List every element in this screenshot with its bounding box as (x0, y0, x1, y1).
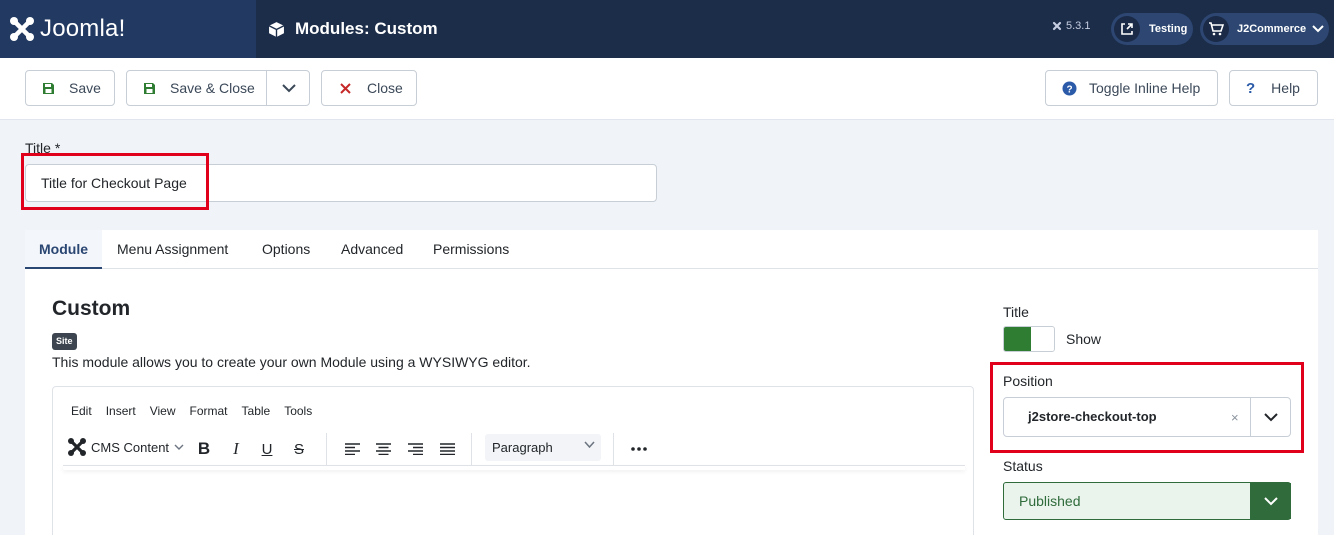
external-link-icon (1114, 16, 1140, 42)
user-menu-button[interactable]: J2Commerce (1200, 13, 1329, 45)
site-badge: Site (52, 333, 77, 350)
user-menu-label: J2Commerce (1237, 23, 1307, 35)
menu-table[interactable]: Table (242, 404, 271, 418)
paragraph-label: Paragraph (492, 440, 553, 455)
toolbar-separator (326, 433, 327, 465)
chevron-down-icon (1263, 496, 1278, 505)
chevron-down-icon (584, 441, 595, 449)
menu-tools[interactable]: Tools (284, 404, 312, 418)
save-icon (42, 82, 55, 95)
italic-icon[interactable]: I (225, 439, 247, 459)
help-button[interactable]: ? Help (1229, 70, 1318, 106)
title-show-toggle[interactable] (1003, 326, 1055, 352)
tab-permissions[interactable]: Permissions (433, 230, 509, 269)
logo-text: Joomla! (40, 15, 126, 42)
close-button[interactable]: Close (321, 70, 417, 106)
tab-module[interactable]: Module (25, 230, 102, 269)
chevron-down-icon (174, 444, 184, 450)
underline-icon[interactable]: U (256, 439, 278, 459)
joomla-logo[interactable]: Joomla! (0, 0, 256, 58)
cart-icon (1203, 16, 1229, 42)
status-value: Published (1019, 493, 1081, 509)
wysiwyg-editor: Edit Insert View Format Table Tools CMS … (52, 386, 974, 535)
help-label: Help (1271, 80, 1300, 96)
site-name: Testing (1149, 23, 1188, 35)
top-header: Joomla! Modules: Custom 5.3.1 Testing J2… (0, 0, 1334, 58)
save-label: Save (69, 80, 101, 96)
save-close-label: Save & Close (170, 80, 255, 96)
tab-advanced[interactable]: Advanced (341, 230, 403, 269)
status-select[interactable]: Published (1003, 482, 1291, 520)
menu-edit[interactable]: Edit (71, 404, 92, 418)
joomla-small-icon (1052, 21, 1062, 31)
title-visibility-label: Title (1003, 304, 1029, 320)
save-close-button[interactable]: Save & Close (126, 70, 310, 106)
cms-content-label: CMS Content (91, 439, 170, 455)
editor-content-area[interactable] (63, 465, 965, 470)
align-justify-icon[interactable] (436, 439, 458, 459)
close-icon (340, 82, 351, 94)
align-right-icon[interactable] (404, 439, 426, 459)
title-highlight-box (21, 153, 209, 210)
toolbar-separator (471, 433, 472, 465)
save-options-dropdown[interactable] (266, 71, 310, 105)
tab-menu-assignment[interactable]: Menu Assignment (117, 230, 228, 269)
title-toggle-label: Show (1066, 331, 1102, 347)
view-site-button[interactable]: Testing (1111, 13, 1193, 45)
cube-icon (268, 21, 285, 37)
question-circle-icon: ? (1062, 81, 1077, 96)
joomla-icon (68, 438, 86, 456)
question-icon: ? (1246, 79, 1256, 97)
joomla-logo-icon (10, 17, 34, 41)
version-number: 5.3.1 (1066, 20, 1091, 32)
menu-format[interactable]: Format (190, 404, 228, 418)
version-info: 5.3.1 (1052, 20, 1090, 32)
editor-menubar: Edit Insert View Format Table Tools (71, 404, 326, 418)
strikethrough-icon[interactable]: S (288, 439, 310, 459)
status-label: Status (1003, 458, 1043, 474)
tab-bar: Module Menu Assignment Options Advanced … (25, 230, 1318, 269)
tab-options[interactable]: Options (262, 230, 310, 269)
toggle-inline-help-button[interactable]: ? Toggle Inline Help (1045, 70, 1218, 106)
page-heading: Modules: Custom (268, 0, 438, 58)
more-options-icon[interactable] (628, 439, 650, 459)
save-icon (143, 82, 156, 95)
bold-icon[interactable]: B (193, 439, 215, 459)
cms-content-dropdown[interactable]: CMS Content (67, 432, 184, 462)
save-button[interactable]: Save (25, 70, 115, 106)
action-toolbar: Save Save & Close Close ? Toggle Inline … (0, 58, 1334, 120)
module-description: This module allows you to create your ow… (52, 354, 531, 370)
chevron-down-icon (281, 83, 296, 92)
svg-text:?: ? (1066, 84, 1072, 95)
page-title: Modules: Custom (295, 19, 438, 38)
align-left-icon[interactable] (341, 439, 363, 459)
toolbar-separator (613, 433, 614, 465)
chevron-down-icon (1312, 25, 1324, 33)
status-dropdown-toggle[interactable] (1250, 483, 1291, 519)
paragraph-format-dropdown[interactable]: Paragraph (485, 434, 601, 461)
module-type-title: Custom (52, 297, 131, 320)
close-label: Close (367, 80, 403, 96)
toggle-help-label: Toggle Inline Help (1089, 80, 1201, 96)
menu-view[interactable]: View (150, 404, 176, 418)
position-highlight-box (990, 362, 1304, 453)
toggle-on-indicator (1004, 327, 1031, 351)
align-center-icon[interactable] (372, 439, 394, 459)
menu-insert[interactable]: Insert (106, 404, 136, 418)
